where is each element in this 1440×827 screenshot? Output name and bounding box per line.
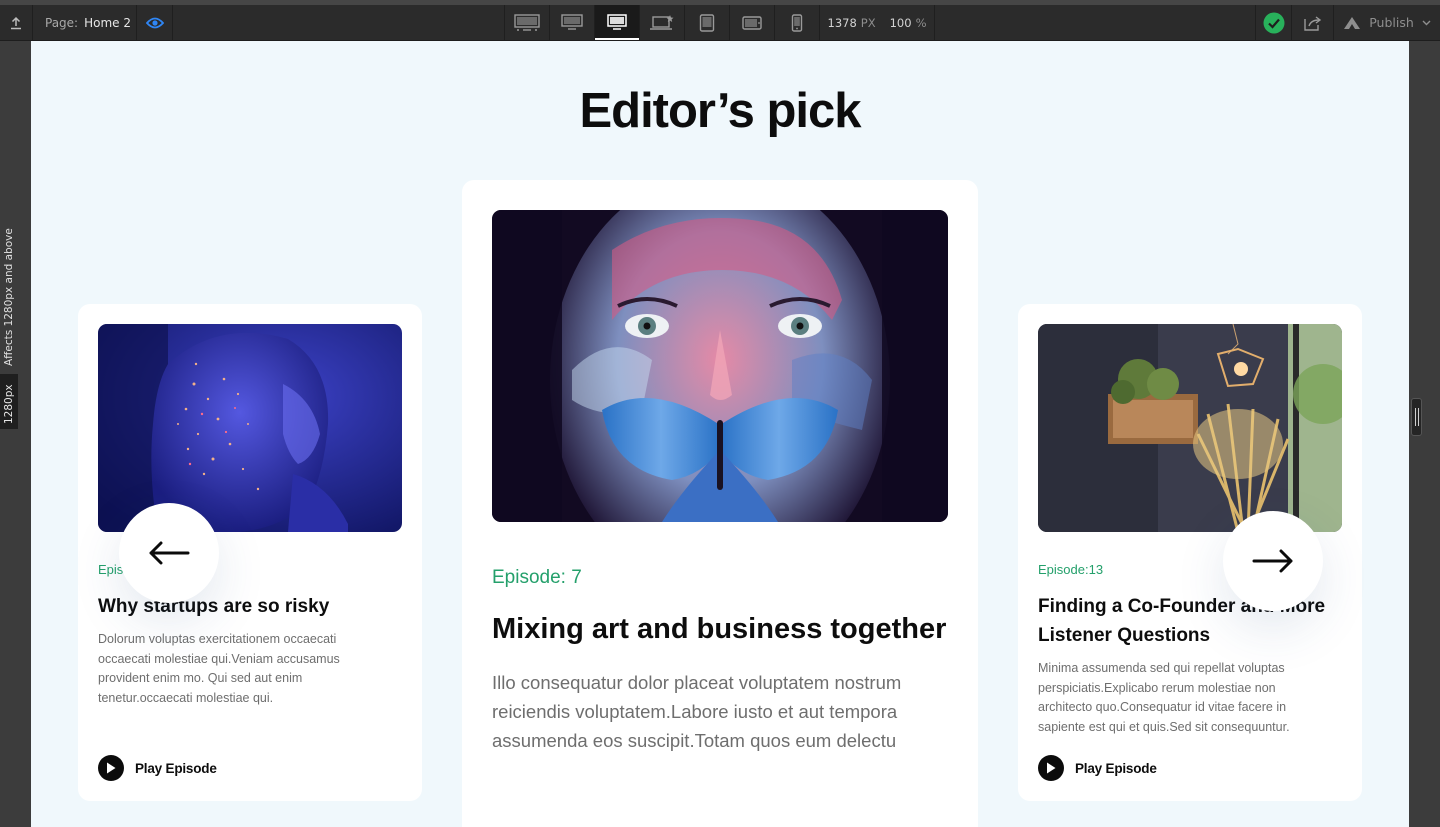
card-description: Minima assumenda sed qui repellat volupt… [1038, 661, 1290, 734]
carousel-next-button[interactable] [1223, 511, 1323, 611]
arrow-left-icon [149, 541, 190, 565]
check-icon[interactable] [1256, 5, 1292, 40]
card-title[interactable]: Why startups are so risky [98, 592, 398, 621]
page-label: Page: [45, 15, 79, 30]
design-canvas: Editor’s pick Why startups are so risky … [31, 41, 1409, 827]
play-episode-label: Play Episode [135, 760, 217, 776]
section-title: Editor’s pick [579, 84, 861, 138]
card-image [1038, 324, 1342, 532]
play-episode-label: Play Episode [1075, 760, 1157, 776]
page-selector[interactable]: Page: Home 2 [33, 5, 137, 40]
publish-rocket-icon [1344, 16, 1361, 29]
width-readout[interactable]: 1378 PX [828, 16, 876, 30]
play-icon [98, 755, 124, 781]
publish-label: Publish [1369, 15, 1414, 30]
page-name: Home 2 [84, 15, 131, 30]
card-title[interactable]: Mixing art and business together [492, 610, 962, 648]
card-description: Illo consequatur dolor placeat voluptate… [492, 672, 902, 751]
toolbar-spacer [173, 5, 505, 40]
desktop-1280-icon[interactable] [595, 5, 640, 40]
resize-handle[interactable] [1411, 398, 1422, 436]
laptop-base-icon[interactable] [640, 5, 685, 40]
upload-icon[interactable] [0, 5, 33, 40]
episode-number: Episode: 7 [492, 567, 582, 588]
breakpoint-tag: 1280px [0, 374, 18, 429]
desktop-1440-icon[interactable] [550, 5, 595, 40]
share-icon[interactable] [1292, 5, 1334, 40]
carousel-prev-button[interactable] [119, 503, 219, 603]
breakpoint-affects-note: Affects 1280px and above [3, 228, 15, 366]
card-image [98, 324, 402, 532]
chevron-down-icon [1422, 20, 1431, 25]
arrow-right-icon [1252, 549, 1293, 573]
publish-button[interactable]: Publish [1334, 5, 1440, 40]
play-icon [1038, 755, 1064, 781]
preview-eye-icon[interactable] [137, 5, 173, 40]
left-ruler-strip: Affects 1280px and above 1280px [0, 41, 31, 827]
editor-toolbar: Page: Home 2 1378 PX 100% Publish [0, 0, 1440, 41]
play-episode-button[interactable]: Play Episode [98, 755, 217, 781]
toolbar-spacer-right [935, 5, 1256, 40]
canvas-size-readout: 1378 PX 100% [820, 5, 935, 40]
tablet-landscape-icon[interactable] [730, 5, 775, 40]
featured-episode-card[interactable]: Episode: 7 Mixing art and business toget… [462, 180, 978, 827]
card-image [492, 210, 948, 522]
mobile-icon[interactable] [775, 5, 820, 40]
card-description: Dolorum voluptas exercitationem occaecat… [98, 632, 340, 705]
episode-number: Episode:13 [1038, 562, 1104, 577]
zoom-readout[interactable]: 100% [890, 16, 927, 30]
desktop-1920-icon[interactable] [505, 5, 550, 40]
tablet-icon[interactable] [685, 5, 730, 40]
play-episode-button[interactable]: Play Episode [1038, 755, 1157, 781]
